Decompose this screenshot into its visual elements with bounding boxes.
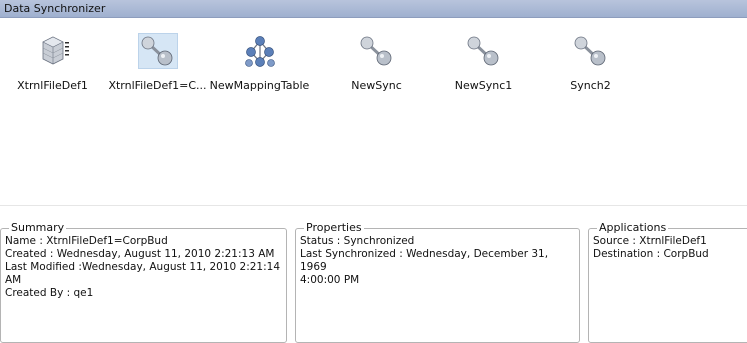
object-item-label: XtrnlFileDef1 xyxy=(17,79,88,92)
applications-source: Source : XtrnlFileDef1 xyxy=(593,235,707,247)
object-item-newmappingtable[interactable]: NewMappingTable xyxy=(207,33,312,92)
object-item-synch2[interactable]: Synch2 xyxy=(538,33,643,92)
object-icon-view: XtrnlFileDef1 XtrnlFileDef1=C... NewMapp… xyxy=(0,19,747,205)
window-title: Data Synchronizer xyxy=(4,2,106,15)
summary-created-by: Created By : qe1 xyxy=(5,287,94,299)
properties-panel: Properties Status : Synchronized Last Sy… xyxy=(295,221,580,343)
mapping-table-icon xyxy=(240,33,280,69)
object-item-xtrnlfiledef1[interactable]: XtrnlFileDef1 xyxy=(0,33,105,92)
summary-last-modified-cont: AM xyxy=(5,274,22,286)
summary-name: Name : XtrnlFileDef1=CorpBud xyxy=(5,235,168,247)
summary-panel: Summary Name : XtrnlFileDef1=CorpBud Cre… xyxy=(0,221,287,343)
applications-title: Applications xyxy=(597,221,669,234)
object-item-label: NewMappingTable xyxy=(209,79,310,92)
properties-status: Status : Synchronized xyxy=(300,235,415,247)
object-item-newsync1[interactable]: NewSync1 xyxy=(431,33,536,92)
object-item-label: XtrnlFileDef1=C... xyxy=(108,79,207,92)
properties-last-synchronized-cont: 4:00:00 PM xyxy=(300,274,360,286)
applications-panel: Applications Source : XtrnlFileDef1 Dest… xyxy=(588,221,747,343)
properties-title: Properties xyxy=(304,221,364,234)
sync-icon xyxy=(137,33,178,69)
object-item-xtrnlfiledef1-corpbud[interactable]: XtrnlFileDef1=C... xyxy=(105,33,210,92)
sync-icon xyxy=(571,33,611,69)
window-title-bar: Data Synchronizer xyxy=(0,0,747,18)
summary-last-modified: Last Modified :Wednesday, August 11, 201… xyxy=(5,261,281,273)
summary-created: Created : Wednesday, August 11, 2010 2:2… xyxy=(5,248,275,260)
object-item-label: NewSync xyxy=(351,79,402,92)
summary-title: Summary xyxy=(9,221,67,234)
file-definition-icon xyxy=(33,33,73,69)
sync-icon xyxy=(464,33,504,69)
object-item-label: Synch2 xyxy=(570,79,611,92)
applications-destination: Destination : CorpBud xyxy=(593,248,709,260)
section-divider xyxy=(0,205,747,206)
sync-icon xyxy=(357,33,397,69)
object-item-label: NewSync1 xyxy=(454,79,513,92)
object-item-newsync[interactable]: NewSync xyxy=(324,33,429,92)
properties-last-synchronized: Last Synchronized : Wednesday, December … xyxy=(300,248,549,273)
